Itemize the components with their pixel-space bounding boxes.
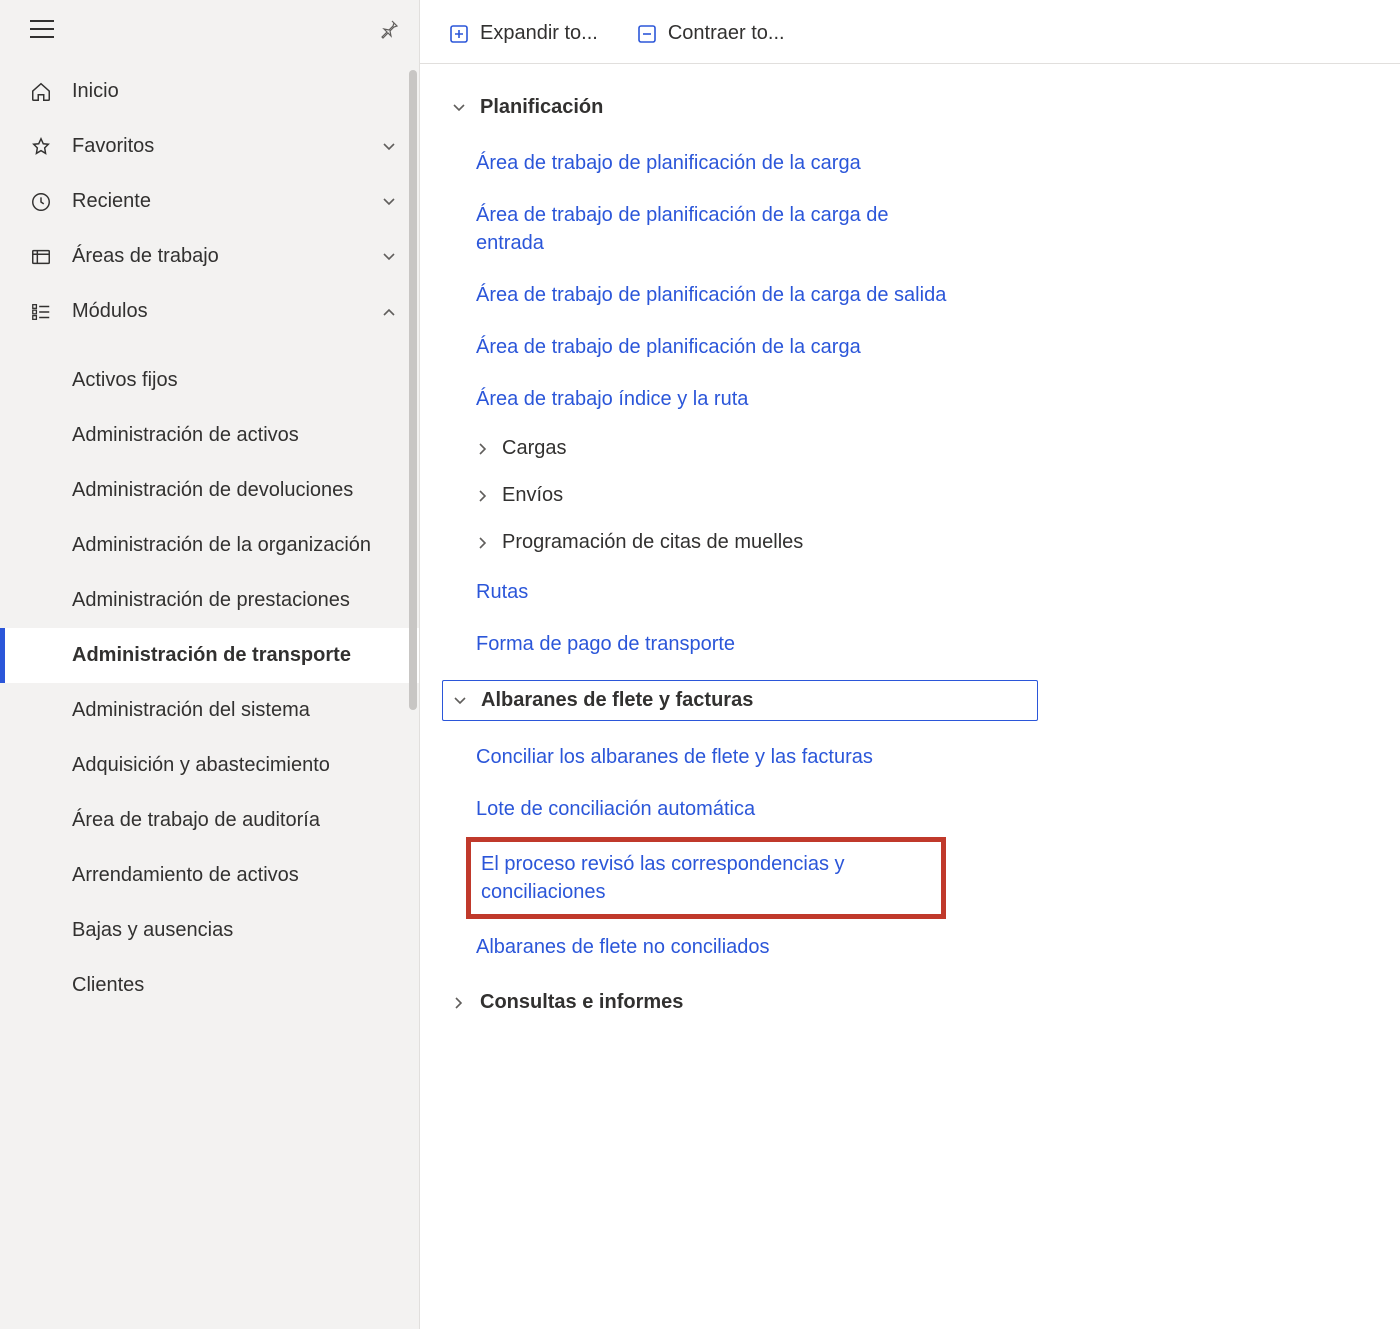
nav-modules-label: Módulos	[58, 300, 381, 323]
subgroup-cargas[interactable]: Cargas	[476, 425, 1038, 472]
sidebar: Inicio Favoritos Reciente	[0, 0, 420, 1329]
expand-all-button[interactable]: Expandir to...	[450, 22, 598, 45]
module-item[interactable]: Clientes	[0, 958, 419, 1013]
module-item[interactable]: Administración de activos	[0, 408, 419, 463]
planning-link-rutas[interactable]: Rutas	[476, 566, 956, 618]
subgroup-citas[interactable]: Programación de citas de muelles	[476, 519, 1038, 566]
planning-link[interactable]: Área de trabajo de planificación de la c…	[476, 321, 956, 373]
planning-links: Área de trabajo de planificación de la c…	[442, 127, 1038, 680]
planning-link-forma-pago[interactable]: Forma de pago de transporte	[476, 618, 956, 670]
expand-label: Expandir to...	[480, 22, 598, 45]
collapse-icon	[638, 25, 656, 43]
chevron-down-icon	[453, 694, 471, 708]
planning-link[interactable]: Área de trabajo de planificación de la c…	[476, 137, 956, 189]
chevron-right-icon	[452, 996, 470, 1010]
freight-link[interactable]: Conciliar los albaranes de flete y las f…	[476, 731, 956, 783]
module-item[interactable]: Administración de devoluciones	[0, 463, 419, 518]
planning-link[interactable]: Área de trabajo de planificación de la c…	[476, 269, 956, 321]
section-planning-title: Planificación	[480, 96, 603, 119]
planning-link[interactable]: Área de trabajo índice y la ruta	[476, 373, 956, 425]
nav-workspaces-label: Áreas de trabajo	[58, 245, 381, 268]
workspace-icon	[30, 246, 58, 268]
home-icon	[30, 81, 58, 103]
module-item[interactable]: Arrendamiento de activos	[0, 848, 419, 903]
chevron-right-icon	[476, 442, 494, 456]
module-item[interactable]: Administración de la organización	[0, 518, 419, 573]
star-icon	[30, 136, 58, 158]
section-freight-header[interactable]: Albaranes de flete y facturas	[442, 680, 1038, 721]
modules-icon	[30, 301, 58, 323]
nav-favorites[interactable]: Favoritos	[0, 119, 419, 174]
nav-modules[interactable]: Módulos	[0, 284, 419, 339]
collapse-label: Contraer to...	[668, 22, 785, 45]
module-item-active[interactable]: Administración de transporte	[0, 628, 419, 683]
pin-icon[interactable]	[379, 19, 399, 39]
collapse-all-button[interactable]: Contraer to...	[638, 22, 785, 45]
subgroup-label: Cargas	[502, 437, 566, 460]
nav-recent[interactable]: Reciente	[0, 174, 419, 229]
section-reports-title: Consultas e informes	[480, 991, 683, 1014]
module-item[interactable]: Adquisición y abastecimiento	[0, 738, 419, 793]
sidebar-header	[0, 0, 419, 56]
chevron-up-icon	[381, 304, 397, 320]
toolbar: Expandir to... Contraer to...	[420, 0, 1400, 64]
app-root: Inicio Favoritos Reciente	[0, 0, 1400, 1329]
section-planning-header[interactable]: Planificación	[442, 88, 1038, 127]
freight-link[interactable]: Albaranes de flete no conciliados	[476, 921, 956, 973]
sidebar-scrollbar[interactable]	[409, 70, 417, 710]
nav-workspaces[interactable]: Áreas de trabajo	[0, 229, 419, 284]
subgroup-label: Programación de citas de muelles	[502, 531, 803, 554]
main-panel: Expandir to... Contraer to... Planificac…	[420, 0, 1400, 1329]
chevron-down-icon	[381, 249, 397, 265]
module-item[interactable]: Bajas y ausencias	[0, 903, 419, 958]
nav-recent-label: Reciente	[58, 190, 381, 213]
nav-list: Inicio Favoritos Reciente	[0, 56, 419, 347]
freight-links: Conciliar los albaranes de flete y las f…	[442, 721, 1038, 983]
expand-icon	[450, 25, 468, 43]
subgroup-envios[interactable]: Envíos	[476, 472, 1038, 519]
modules-sublist: Activos fijos Administración de activos …	[0, 347, 419, 1019]
nav-favorites-label: Favoritos	[58, 135, 381, 158]
section-reports-header[interactable]: Consultas e informes	[442, 983, 1038, 1022]
chevron-down-icon	[452, 101, 470, 115]
nav-home[interactable]: Inicio	[0, 64, 419, 119]
module-item[interactable]: Administración del sistema	[0, 683, 419, 738]
planning-link[interactable]: Área de trabajo de planificación de la c…	[476, 189, 956, 269]
subgroup-label: Envíos	[502, 484, 563, 507]
chevron-down-icon	[381, 139, 397, 155]
chevron-down-icon	[381, 194, 397, 210]
module-item[interactable]: Administración de prestaciones	[0, 573, 419, 628]
chevron-right-icon	[476, 536, 494, 550]
section-freight-title: Albaranes de flete y facturas	[481, 689, 753, 712]
nav-home-label: Inicio	[58, 80, 397, 103]
module-item[interactable]: Área de trabajo de auditoría	[0, 793, 419, 848]
freight-link-highlighted[interactable]: El proceso revisó las correspondencias y…	[466, 837, 946, 919]
module-item[interactable]: Activos fijos	[0, 353, 419, 408]
clock-icon	[30, 191, 58, 213]
content: Planificación Área de trabajo de planifi…	[420, 64, 1060, 1062]
hamburger-icon[interactable]	[30, 20, 54, 38]
freight-link[interactable]: Lote de conciliación automática	[476, 783, 956, 835]
chevron-right-icon	[476, 489, 494, 503]
